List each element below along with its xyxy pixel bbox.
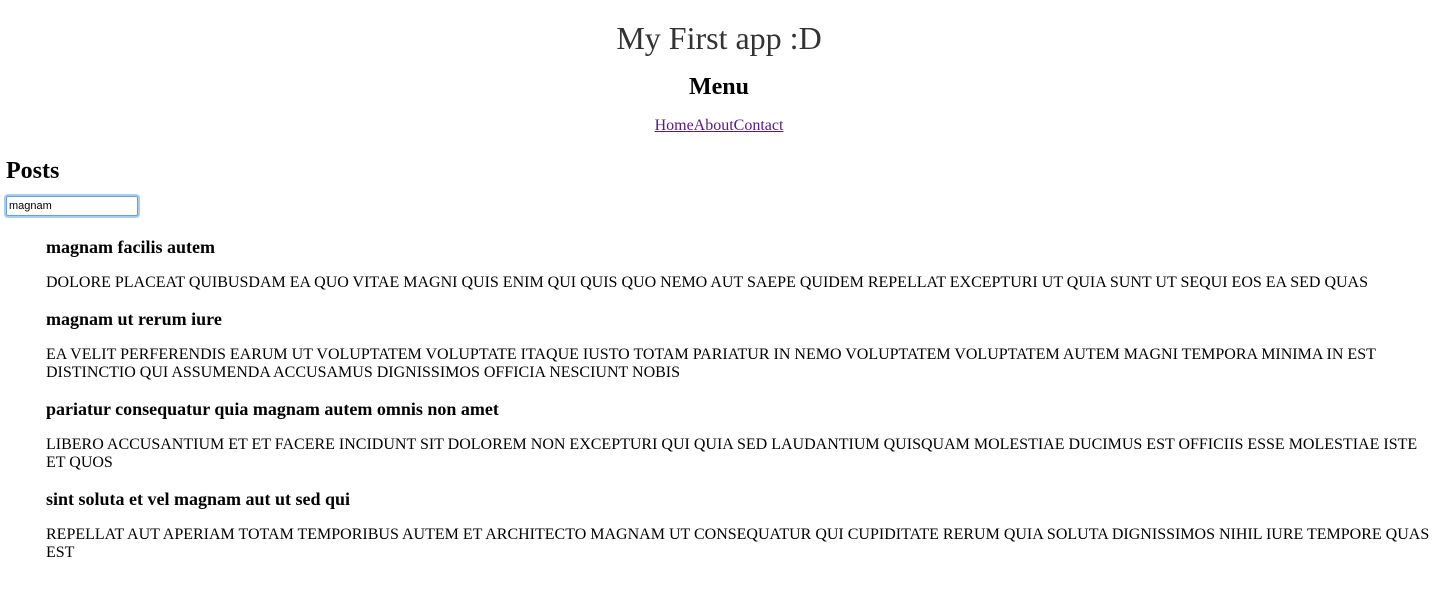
post-item: pariatur consequatur quia magnam autem o…: [46, 398, 1430, 472]
nav-link-home[interactable]: Home: [655, 117, 694, 134]
post-item: sint soluta et vel magnam aut ut sed qui…: [46, 488, 1430, 562]
nav-link-about[interactable]: About: [694, 117, 734, 134]
post-body: ea velit perferendis earum ut voluptatem…: [46, 346, 1376, 381]
post-body: dolore placeat quibusdam ea quo vitae ma…: [46, 274, 1369, 291]
posts-heading: Posts: [6, 158, 60, 184]
nav-link-contact[interactable]: Contact: [734, 117, 784, 134]
post-title: pariatur consequatur quia magnam autem o…: [46, 399, 499, 419]
search-container: [0, 196, 1438, 216]
post-title: magnam facilis autem: [46, 237, 215, 257]
menu-heading: Menu: [689, 74, 749, 100]
post-title: magnam ut rerum iure: [46, 309, 222, 329]
app-title: My First app :D: [616, 20, 822, 56]
post-title: sint soluta et vel magnam aut ut sed qui: [46, 489, 351, 509]
main-nav: HomeAboutContact: [0, 116, 1438, 136]
post-item: magnam ut rerum iure ea velit perferendi…: [46, 308, 1430, 382]
post-body: libero accusantium et et facere incidunt…: [46, 436, 1418, 471]
post-item: magnam facilis autem dolore placeat quib…: [46, 236, 1430, 292]
post-list: magnam facilis autem dolore placeat quib…: [0, 236, 1438, 562]
post-body: repellat aut aperiam totam temporibus au…: [46, 526, 1430, 561]
search-input[interactable]: [6, 196, 138, 216]
